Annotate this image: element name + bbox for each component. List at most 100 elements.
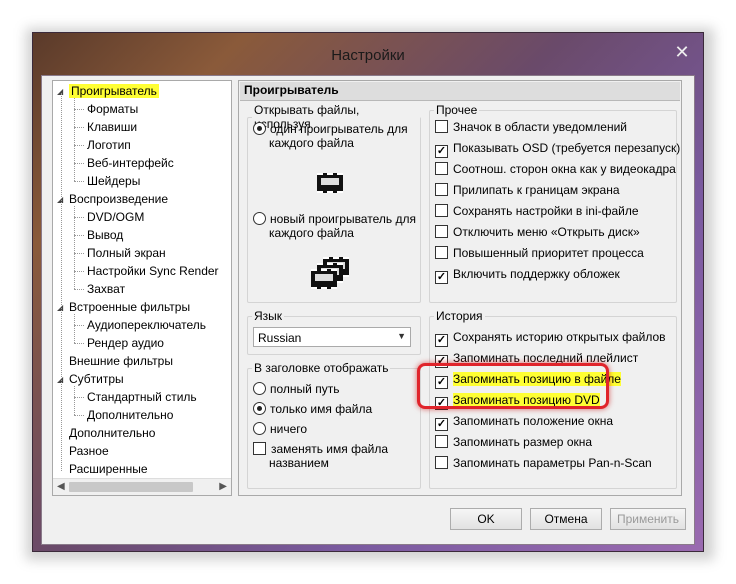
tree-connector	[74, 127, 84, 128]
other-option[interactable]: Отключить меню «Открыть диск»	[435, 224, 640, 242]
tree-connector	[74, 206, 75, 289]
history-option-label: Запоминать размер окна	[453, 435, 593, 449]
other-option[interactable]: ✓ Показывать OSD (требуется перезапуск)	[435, 140, 680, 158]
checkbox[interactable]	[435, 456, 448, 469]
language-legend: Язык	[254, 309, 283, 323]
other-option[interactable]: ✓ Включить поддержку обложек	[435, 266, 620, 284]
history-option[interactable]: Запоминать размер окна	[435, 434, 592, 452]
radio-file-name[interactable]	[253, 402, 266, 415]
tree-item[interactable]: ◢ Встроенные фильтры	[57, 298, 190, 316]
cancel-button[interactable]: Отмена	[530, 508, 602, 530]
checkbox-replace-name[interactable]	[253, 442, 266, 455]
checkbox[interactable]	[435, 183, 448, 196]
other-option-label: Прилипать к границам экрана	[453, 183, 620, 197]
dialog-client-area: ◀ ▶ ◢ Проигрыватель Форматы Клавиши Логотип В…	[41, 75, 695, 545]
tree-item[interactable]: Разное	[69, 442, 109, 460]
tree-item[interactable]: DVD/OGM	[87, 208, 144, 226]
file-name-option[interactable]: только имя файла	[253, 401, 372, 419]
tree-item-label: Захват	[87, 282, 126, 296]
tree-item[interactable]: Веб-интерфейс	[87, 154, 174, 172]
apply-button[interactable]: Применить	[610, 508, 686, 530]
tree-item[interactable]: Форматы	[87, 100, 138, 118]
file-name-label: только имя файла	[270, 402, 373, 416]
tree-item-label: Дополнительно	[87, 408, 174, 422]
tree-item[interactable]: Рендер аудио	[87, 334, 164, 352]
annotation-red-box	[417, 363, 609, 409]
checkbox[interactable]: ✓	[435, 418, 448, 431]
new-player-label: новый проигрыватель для	[270, 212, 416, 226]
tree-item[interactable]: Дополнительно	[87, 406, 173, 424]
tree-item-label: Вывод	[87, 228, 124, 242]
checkbox[interactable]: ✓	[435, 334, 448, 347]
title-bar: Настройки ✕	[33, 33, 703, 75]
tree-item[interactable]: Внешние фильтры	[69, 352, 173, 370]
tree-item[interactable]: Логотип	[87, 136, 131, 154]
tree-item[interactable]: Клавиши	[87, 118, 137, 136]
tree-connector	[74, 235, 84, 236]
history-option-label: Сохранять историю открытых файлов	[453, 330, 666, 344]
close-icon[interactable]: ✕	[667, 41, 697, 65]
tree-connector	[74, 314, 75, 343]
other-option[interactable]: Значок в области уведомлений	[435, 119, 627, 137]
other-option[interactable]: Прилипать к границам экрана	[435, 182, 620, 200]
tree-item[interactable]: ◢ Воспроизведение	[57, 190, 168, 208]
history-legend: История	[436, 309, 483, 323]
tree-item[interactable]: Вывод	[87, 226, 123, 244]
nothing-option[interactable]: ничего	[253, 421, 307, 439]
history-option[interactable]: ✓ Сохранять историю открытых файлов	[435, 329, 666, 347]
other-option-label: Соотнош. сторон окна как у видеокадра	[453, 162, 676, 176]
other-option-label: Сохранять настройки в ini-файле	[453, 204, 639, 218]
tree-item[interactable]: Настройки Sync Render	[87, 262, 219, 280]
history-option[interactable]: ✓ Запоминать положение окна	[435, 413, 613, 431]
other-option[interactable]: Повышенный приоритет процесса	[435, 245, 644, 263]
other-option[interactable]: Соотнош. сторон окна как у видеокадра	[435, 161, 676, 179]
radio-full-path[interactable]	[253, 382, 266, 395]
checkbox[interactable]	[435, 162, 448, 175]
tree-item[interactable]: ◢ Проигрыватель	[57, 82, 159, 100]
tree-item[interactable]: Аудиопереключатель	[87, 316, 206, 334]
other-legend: Прочее	[436, 103, 478, 117]
tree-item-label: Расширенные	[69, 462, 148, 476]
scroll-left-icon[interactable]: ◀	[57, 481, 65, 492]
tree-item[interactable]: Стандартный стиль	[87, 388, 197, 406]
tree-item[interactable]: ◢ Субтитры	[57, 370, 124, 388]
tree-item-label: Настройки Sync Render	[87, 264, 219, 278]
full-path-option[interactable]: полный путь	[253, 381, 339, 399]
radio-single-player[interactable]	[253, 122, 266, 135]
radio-nothing[interactable]	[253, 422, 266, 435]
tree-item[interactable]: Захват	[87, 280, 125, 298]
tree-item-label: Шейдеры	[87, 174, 141, 188]
checkbox[interactable]	[435, 120, 448, 133]
checkbox[interactable]: ✓	[435, 271, 448, 284]
tree-item[interactable]: Дополнительно	[69, 424, 155, 442]
ok-button[interactable]: OK	[450, 508, 522, 530]
tree-connector	[74, 325, 84, 326]
tree-item[interactable]: Полный экран	[87, 244, 166, 262]
tree-item[interactable]: Расширенные	[69, 460, 148, 478]
checkbox[interactable]	[435, 246, 448, 259]
tree-item-label: Субтитры	[69, 372, 124, 386]
scroll-right-icon[interactable]: ▶	[219, 481, 227, 492]
tree-horizontal-scrollbar[interactable]: ◀ ▶	[53, 478, 231, 495]
tree-item-label: Разное	[69, 444, 109, 458]
tree-item[interactable]: Шейдеры	[87, 172, 140, 190]
checkbox[interactable]	[435, 435, 448, 448]
tree-connector	[74, 109, 84, 110]
other-option[interactable]: Сохранять настройки в ini-файле	[435, 203, 639, 221]
checkbox[interactable]: ✓	[435, 145, 448, 158]
settings-tree[interactable]: ◀ ▶ ◢ Проигрыватель Форматы Клавиши Логотип В…	[52, 80, 232, 496]
chevron-down-icon[interactable]: ▼	[397, 331, 406, 341]
checkbox[interactable]	[435, 225, 448, 238]
replace-name-label-2: названием	[269, 456, 329, 470]
title-display-legend: В заголовке отображать	[254, 361, 389, 375]
radio-new-player[interactable]	[253, 212, 266, 225]
replace-name-label: заменять имя файла	[271, 442, 389, 456]
language-select[interactable]: Russian ▼	[253, 327, 411, 347]
history-option[interactable]: Запоминать параметры Pan-n-Scan	[435, 455, 652, 473]
checkbox[interactable]	[435, 204, 448, 217]
tree-item-label: Клавиши	[87, 120, 138, 134]
scroll-thumb[interactable]	[69, 482, 193, 492]
tree-connector	[74, 217, 84, 218]
language-value: Russian	[258, 331, 302, 345]
tree-connector	[74, 386, 75, 415]
